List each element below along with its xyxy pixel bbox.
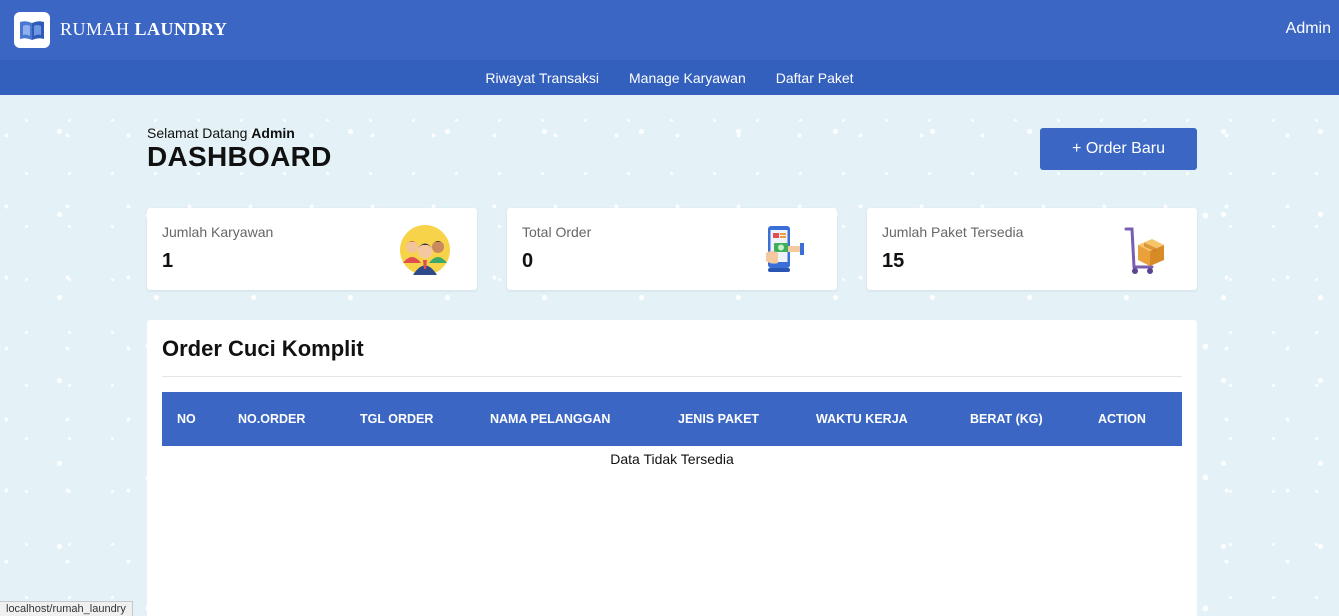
- brand-name[interactable]: RUMAH LAUNDRY: [60, 19, 227, 40]
- stat-value: 15: [882, 250, 905, 272]
- stat-label: Total Order: [522, 224, 592, 240]
- col-nama-pelanggan: NAMA PELANGGAN: [490, 412, 611, 426]
- stat-card-packages: Jumlah Paket Tersedia 15: [867, 208, 1197, 290]
- orders-panel: Order Cuci Komplit NO NO.ORDER TGL ORDER…: [147, 320, 1197, 616]
- brand-bold: LAUNDRY: [134, 19, 228, 39]
- mobile-payment-icon: [766, 226, 804, 272]
- divider: [162, 376, 1182, 377]
- top-bar: RUMAH LAUNDRY Admin: [0, 0, 1339, 60]
- main-nav: Riwayat Transaksi Manage Karyawan Daftar…: [0, 60, 1339, 95]
- welcome-text: Selamat Datang Admin: [147, 125, 295, 141]
- col-no: NO: [177, 412, 196, 426]
- stat-card-orders: Total Order 0: [507, 208, 837, 290]
- brand-prefix: RUMAH: [60, 19, 130, 39]
- col-tgl-order: TGL ORDER: [360, 412, 434, 426]
- greeting: Selamat Datang: [147, 125, 248, 141]
- logo[interactable]: [14, 12, 50, 48]
- empty-table-message: Data Tidak Tersedia: [610, 451, 734, 467]
- user-menu[interactable]: Admin: [1286, 20, 1331, 38]
- stat-label: Jumlah Paket Tersedia: [882, 224, 1024, 240]
- col-waktu-kerja: WAKTU KERJA: [816, 412, 908, 426]
- book-logo-icon: [20, 21, 44, 40]
- col-berat: BERAT (KG): [970, 412, 1043, 426]
- page-title: DASHBOARD: [147, 141, 332, 172]
- stat-value: 1: [162, 250, 174, 272]
- new-order-button[interactable]: + Order Baru: [1040, 128, 1197, 170]
- col-no-order: NO.ORDER: [238, 412, 306, 426]
- stat-card-employees: Jumlah Karyawan 1: [147, 208, 477, 290]
- col-jenis-paket: JENIS PAKET: [678, 412, 760, 426]
- employees-icon: [400, 225, 450, 275]
- stat-value: 0: [522, 250, 534, 272]
- stat-label: Jumlah Karyawan: [162, 224, 274, 240]
- panel-title: Order Cuci Komplit: [162, 336, 364, 361]
- nav-manage-karyawan[interactable]: Manage Karyawan: [629, 70, 746, 86]
- browser-status-url: localhost/rumah_laundry: [0, 601, 133, 616]
- nav-daftar-paket[interactable]: Daftar Paket: [776, 70, 854, 86]
- table-header: NO NO.ORDER TGL ORDER NAMA PELANGGAN JEN…: [162, 392, 1182, 446]
- col-action: ACTION: [1098, 412, 1146, 426]
- greeting-user: Admin: [251, 125, 295, 141]
- package-trolley-icon: [1124, 227, 1164, 274]
- nav-riwayat-transaksi[interactable]: Riwayat Transaksi: [485, 70, 599, 86]
